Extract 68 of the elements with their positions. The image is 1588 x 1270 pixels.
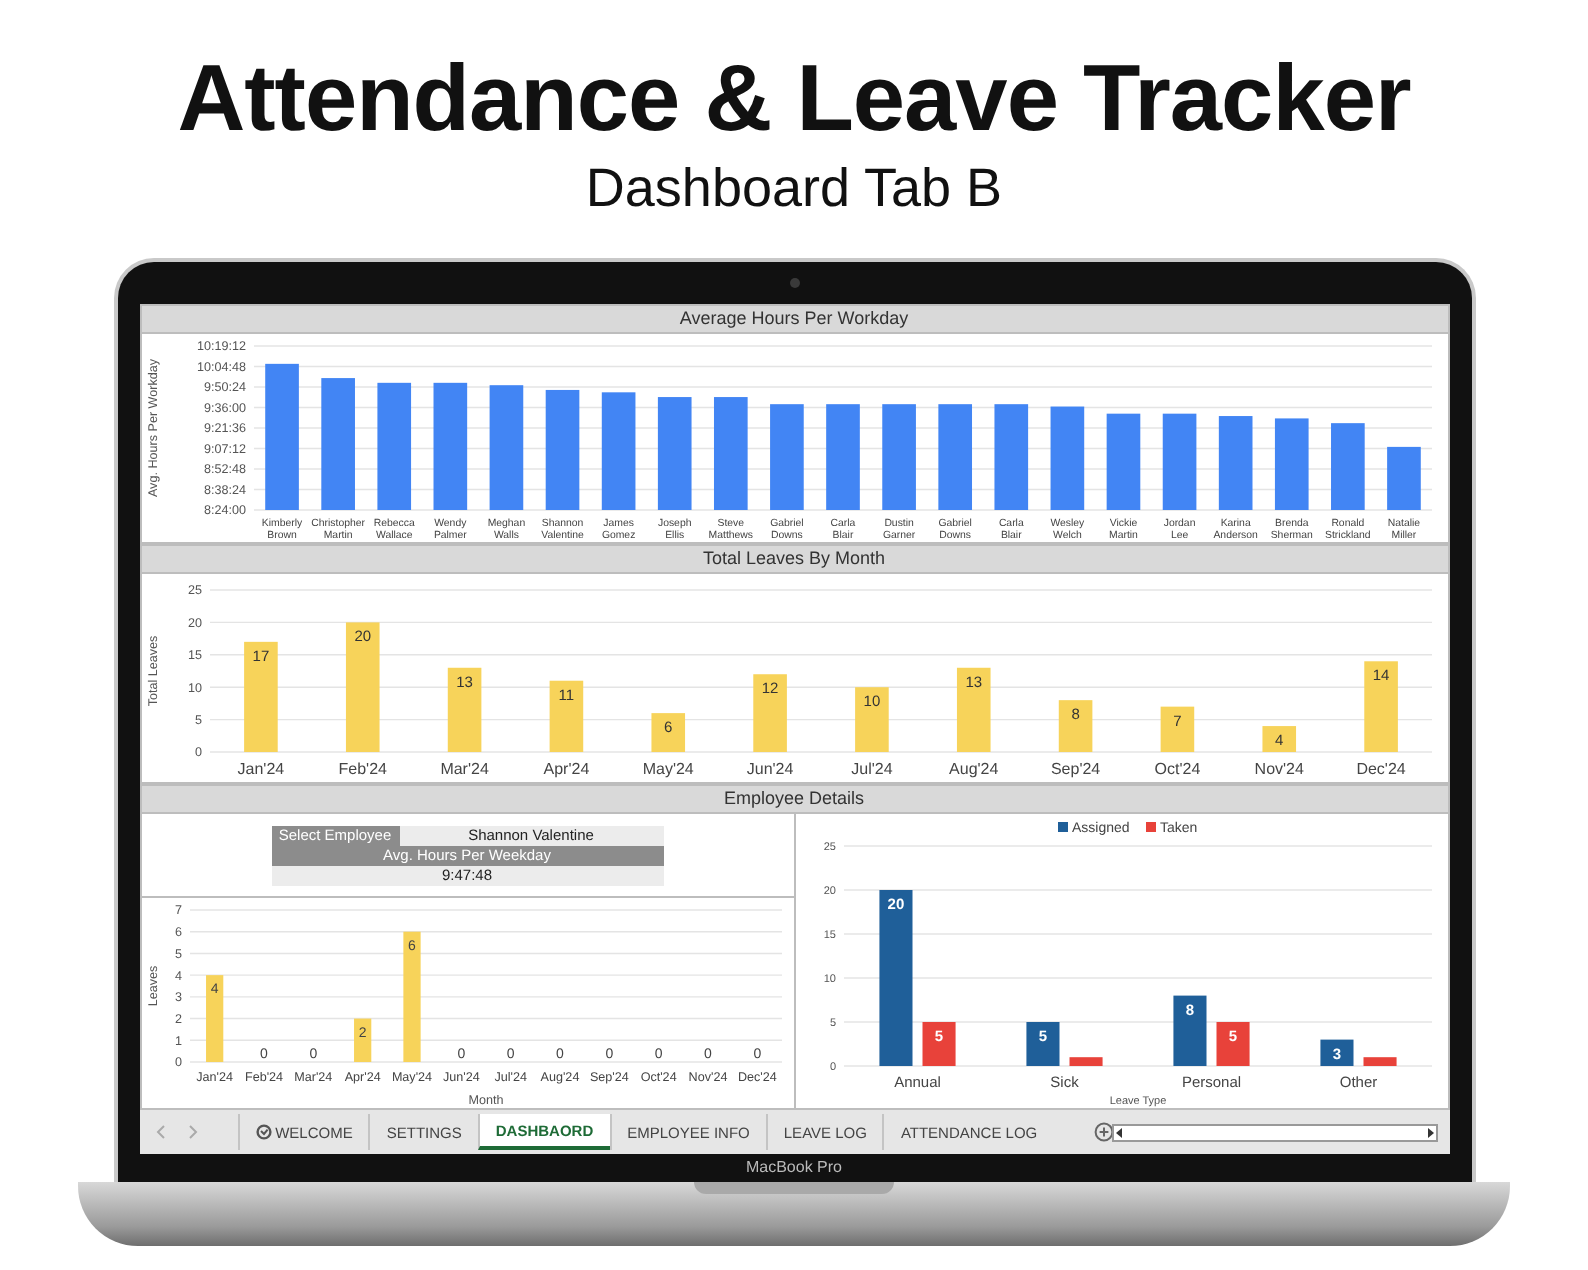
category-label: May'24 bbox=[641, 760, 693, 778]
legend-swatch bbox=[1145, 822, 1155, 832]
bar bbox=[488, 385, 523, 510]
bar bbox=[1057, 700, 1092, 752]
category-label: Jun'24 bbox=[745, 760, 793, 778]
bar bbox=[1159, 706, 1194, 752]
bar bbox=[344, 622, 379, 752]
bar bbox=[752, 674, 786, 752]
device-label: MacBook Pro bbox=[745, 1156, 843, 1180]
category-label: Jul'24 bbox=[850, 760, 892, 778]
bar bbox=[1025, 1022, 1059, 1066]
plus-circle-icon[interactable] bbox=[1093, 1122, 1112, 1142]
bar bbox=[1273, 418, 1308, 510]
category-label: Nov'24 bbox=[1253, 760, 1303, 778]
bar bbox=[446, 667, 481, 752]
bar bbox=[243, 641, 277, 752]
bar bbox=[1261, 726, 1296, 752]
category-label: Aug'24 bbox=[948, 760, 998, 778]
bar bbox=[656, 397, 691, 510]
bar bbox=[881, 404, 915, 510]
bar bbox=[320, 378, 354, 510]
bar bbox=[921, 1022, 955, 1066]
category-label: Feb'24 bbox=[337, 760, 386, 778]
bar bbox=[548, 680, 583, 752]
category-label: Mar'24 bbox=[439, 760, 488, 778]
category-label: Sep'24 bbox=[1049, 760, 1100, 778]
page-title: Attendance & Leave Tracker bbox=[177, 44, 1411, 152]
camera-dot bbox=[789, 278, 799, 288]
category-label: Oct'24 bbox=[1153, 760, 1200, 778]
bar bbox=[854, 687, 888, 752]
bar bbox=[1363, 661, 1397, 752]
bar bbox=[1215, 1022, 1249, 1066]
bar bbox=[1172, 995, 1206, 1066]
bar bbox=[600, 392, 635, 510]
bar bbox=[1068, 1057, 1102, 1066]
bar bbox=[1330, 423, 1364, 510]
bar bbox=[205, 975, 223, 1062]
bar bbox=[432, 382, 467, 510]
bar bbox=[769, 404, 803, 510]
bar bbox=[650, 713, 685, 752]
bar bbox=[993, 404, 1028, 510]
caret-left-icon[interactable] bbox=[1113, 1127, 1124, 1137]
panel-title: Total Leaves By Month bbox=[141, 546, 1447, 574]
legend-swatch bbox=[1057, 822, 1067, 832]
category-label: Apr'24 bbox=[542, 760, 589, 778]
bar bbox=[376, 382, 411, 510]
bar bbox=[1362, 1057, 1396, 1066]
bar bbox=[402, 931, 420, 1062]
bar bbox=[1319, 1039, 1353, 1066]
bar bbox=[1105, 413, 1140, 510]
bar bbox=[1161, 413, 1196, 510]
bar bbox=[1386, 446, 1420, 510]
panel-title: Average Hours Per Workday bbox=[141, 306, 1447, 334]
bar bbox=[825, 404, 859, 510]
bar bbox=[353, 1018, 371, 1062]
bar bbox=[544, 389, 579, 510]
bar bbox=[713, 397, 747, 510]
bar bbox=[1049, 406, 1084, 510]
caret-right-icon[interactable] bbox=[1425, 1127, 1436, 1137]
panel-title: Employee Details bbox=[141, 786, 1447, 814]
bar bbox=[955, 667, 990, 752]
bar bbox=[1217, 416, 1252, 510]
horizontal-scrollbar[interactable] bbox=[1111, 1123, 1438, 1141]
category-label: Dec'24 bbox=[1355, 760, 1405, 778]
circle-emblem-icon bbox=[255, 1124, 272, 1140]
category-label: Jan'24 bbox=[236, 760, 284, 778]
bar bbox=[937, 404, 971, 510]
page-subtitle: Dashboard Tab B bbox=[585, 156, 1003, 220]
